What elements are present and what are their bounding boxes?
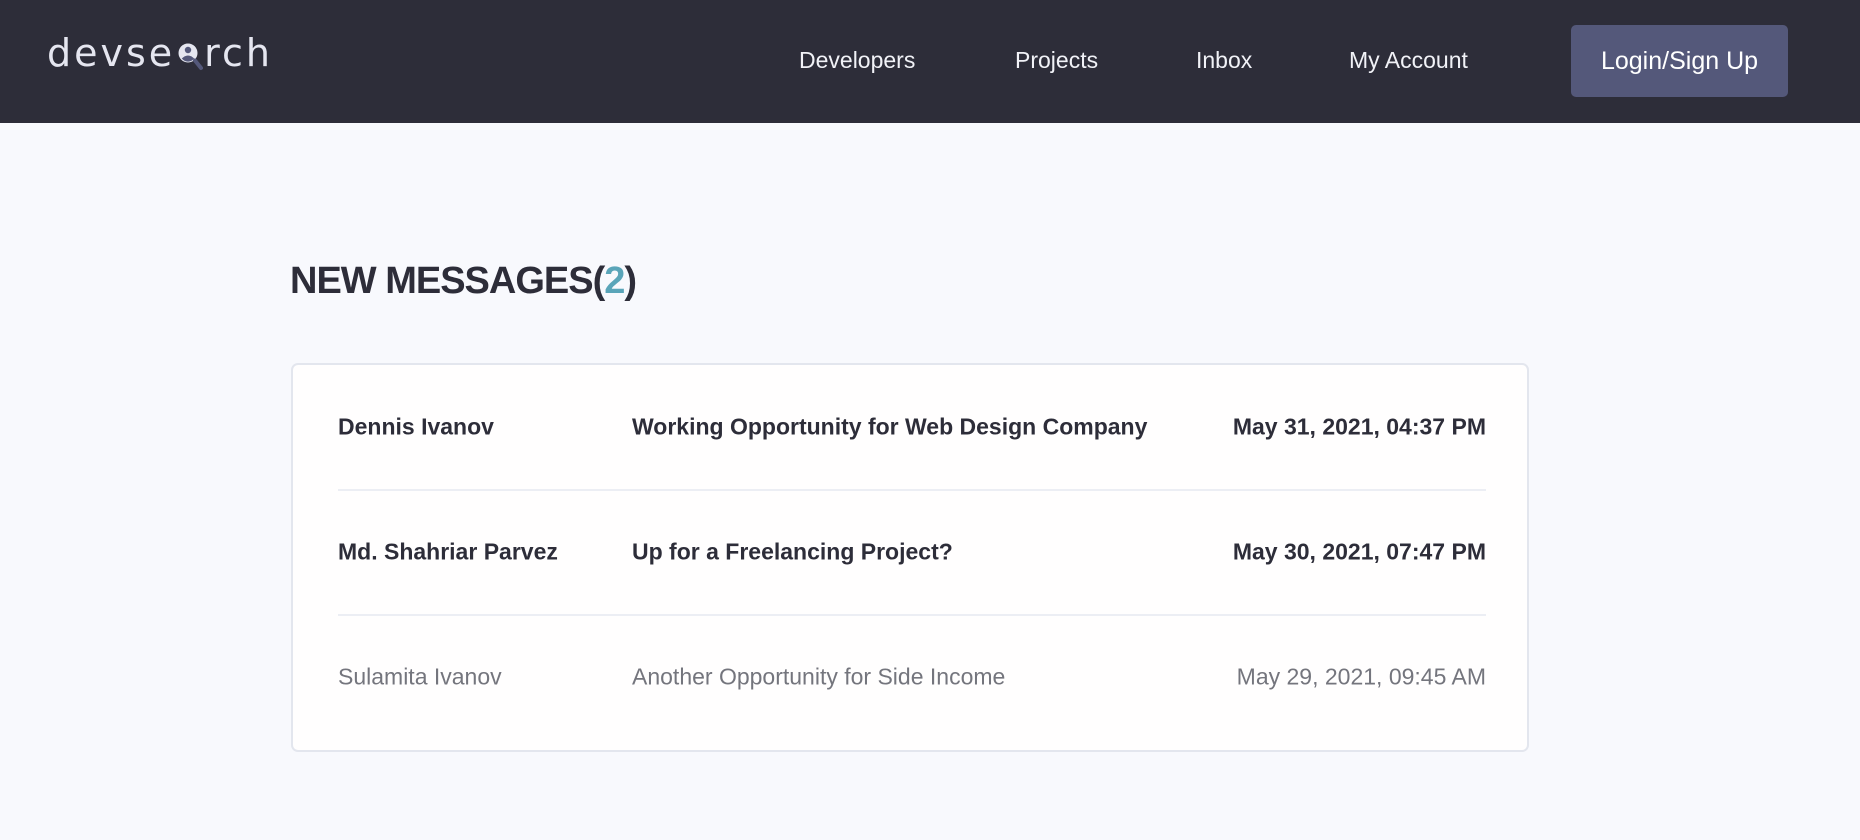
nav-developers[interactable]: Developers (799, 42, 915, 78)
message-subject: Another Opportunity for Side Income (632, 663, 1006, 690)
inbox-page: NEW MESSAGES(2) Dennis Ivanov Working Op… (0, 123, 1860, 840)
message-row[interactable]: Dennis Ivanov Working Opportunity for We… (338, 365, 1486, 489)
nav-inbox[interactable]: Inbox (1196, 42, 1252, 78)
message-subject: Working Opportunity for Web Design Compa… (632, 413, 1148, 440)
message-date: May 30, 2021, 07:47 PM (1232, 538, 1486, 565)
message-sender: Dennis Ivanov (338, 413, 494, 440)
main-nav: Developers Projects Inbox My Account Log… (0, 0, 1860, 123)
login-signup-button[interactable]: Login/Sign Up (1571, 25, 1788, 97)
message-sender: Sulamita Ivanov (338, 663, 502, 690)
title-paren-close: ) (624, 260, 637, 302)
message-row[interactable]: Md. Shahriar Parvez Up for a Freelancing… (338, 490, 1486, 614)
message-date: May 31, 2021, 04:37 PM (1232, 413, 1486, 440)
unread-count: 2 (604, 260, 625, 302)
message-row[interactable]: Sulamita Ivanov Another Opportunity for … (338, 615, 1486, 739)
nav-my-account[interactable]: My Account (1349, 42, 1468, 78)
message-list: Dennis Ivanov Working Opportunity for We… (291, 363, 1529, 752)
site-header: devse rch Developers Projects Inbox My Ac… (0, 0, 1860, 123)
message-sender: Md. Shahriar Parvez (338, 538, 558, 565)
message-date: May 29, 2021, 09:45 AM (1236, 663, 1486, 690)
nav-projects[interactable]: Projects (1015, 42, 1098, 78)
page-title: NEW MESSAGES(2) (290, 260, 637, 303)
message-subject: Up for a Freelancing Project? (632, 538, 953, 565)
page-title-text: NEW MESSAGES (290, 260, 594, 302)
title-paren-open: ( (592, 260, 606, 302)
